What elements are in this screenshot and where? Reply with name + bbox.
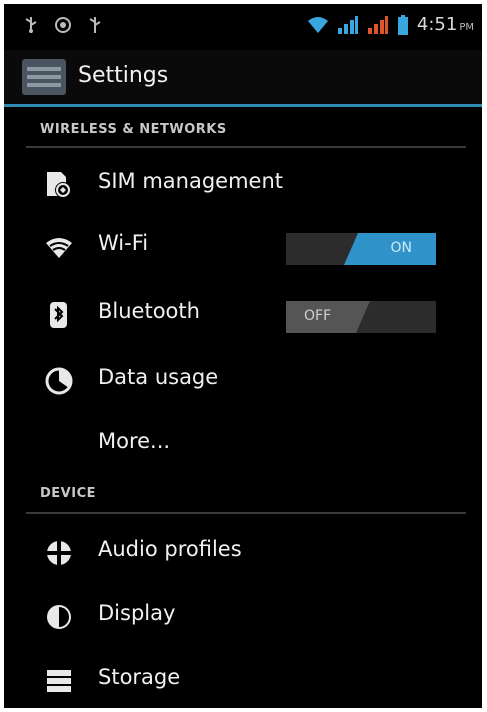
android-debug-icon — [55, 17, 71, 33]
cell-signal-icon — [337, 15, 358, 34]
settings-screen: 4:51 PM Settings WIRELESS & NETWORKS SIM … — [4, 4, 482, 708]
storage-icon — [47, 670, 71, 692]
storage-setting[interactable]: Storage — [4, 650, 482, 708]
storage-label: Storage — [98, 665, 181, 689]
sim-icon — [47, 172, 71, 198]
section-header-wireless: WIRELESS & NETWORKS — [40, 122, 227, 137]
display-icon — [47, 605, 71, 629]
wifi-signal-icon — [307, 16, 328, 33]
more-setting[interactable]: More... — [4, 414, 482, 476]
wifi-label: Wi-Fi — [98, 231, 149, 255]
display-label: Display — [98, 601, 176, 625]
wifi-toggle[interactable]: ON — [286, 233, 436, 265]
sidebar-item-sim-management[interactable]: SIM management — [4, 154, 482, 216]
display-setting[interactable]: Display — [4, 586, 482, 648]
bluetooth-label: Bluetooth — [98, 299, 200, 323]
wifi-toggle-state: ON — [390, 240, 413, 256]
audio-profiles-setting[interactable]: Audio profiles — [4, 522, 482, 584]
audio-profiles-label: Audio profiles — [98, 537, 242, 561]
sim-management-label: SIM management — [98, 169, 283, 193]
notification-icons — [24, 16, 102, 34]
bluetooth-toggle[interactable]: OFF — [286, 301, 436, 333]
section-divider — [26, 146, 466, 148]
usb-icon — [25, 17, 37, 33]
wifi-setting[interactable]: Wi-Fi ON — [4, 216, 482, 278]
data-usage-icon — [45, 367, 73, 395]
bluetooth-setting[interactable]: Bluetooth OFF — [4, 284, 482, 346]
battery-icon — [397, 14, 408, 35]
action-bar-divider — [4, 104, 482, 107]
clock-ampm: PM — [459, 22, 474, 33]
bluetooth-toggle-state: OFF — [304, 308, 332, 324]
action-bar: Settings — [4, 50, 482, 104]
more-label: More... — [98, 429, 171, 453]
cell-signal-2-icon — [367, 15, 388, 34]
wifi-icon — [46, 238, 72, 258]
section-divider — [26, 512, 466, 514]
section-header-device: DEVICE — [40, 486, 96, 501]
data-usage-setting[interactable]: Data usage — [4, 350, 482, 412]
data-usage-label: Data usage — [98, 365, 219, 389]
bluetooth-icon — [50, 302, 67, 328]
system-status-icons: 4:51 PM — [307, 14, 474, 35]
audio-profiles-icon — [46, 540, 72, 566]
status-bar: 4:51 PM — [4, 4, 482, 48]
clock: 4:51 — [416, 14, 458, 35]
page-title: Settings — [78, 63, 169, 88]
settings-app-icon[interactable] — [22, 59, 66, 95]
usb-icon — [89, 17, 101, 33]
